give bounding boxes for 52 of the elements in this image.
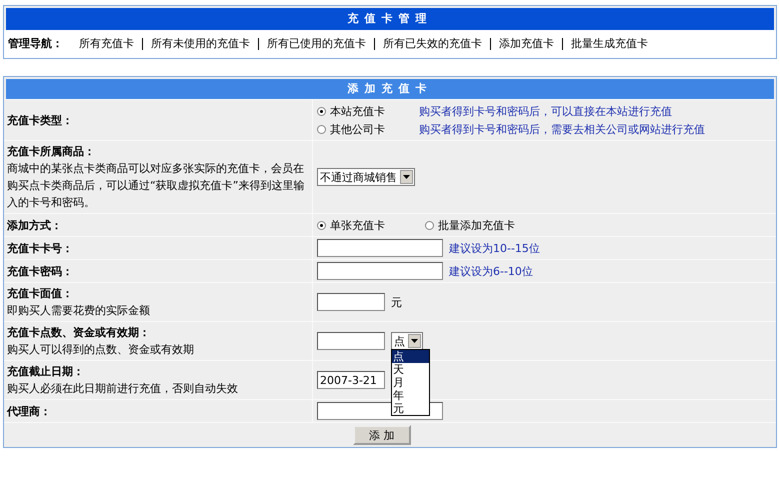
- nav-link[interactable]: 批量生成充值卡: [571, 36, 648, 51]
- field-description: 商城中的某张点卡类商品可以对应多张实际的充值卡，会员在购买点卡类商品后，可以通过“获取虚拟充值卡”来得到这里输入的卡号和密码。: [7, 161, 306, 211]
- unit-label: 元: [391, 294, 402, 310]
- dropdown-option[interactable]: 点: [392, 350, 429, 363]
- radio-label: 单张充值卡: [330, 218, 385, 232]
- field-label: 充值卡面值：: [7, 286, 74, 302]
- nav-link[interactable]: 所有未使用的充值卡: [151, 36, 250, 51]
- dropdown-option[interactable]: 天: [392, 363, 429, 376]
- field-label: 充值卡类型：: [7, 112, 74, 128]
- field-label: 充值卡密码：: [7, 264, 74, 280]
- hint-text: 建议设为6--10位: [449, 264, 533, 278]
- dropdown[interactable]: 点: [391, 332, 423, 350]
- text-field[interactable]: [317, 262, 443, 280]
- field-label: 代理商：: [7, 404, 52, 420]
- nav-link[interactable]: 所有已使用的充值卡: [267, 36, 366, 51]
- field-label: 充值卡所属商品：: [7, 144, 96, 160]
- text-field[interactable]: [317, 293, 385, 311]
- nav-label: 管理导航：: [8, 36, 63, 51]
- field-label: 充值卡点数、资金或有效期：: [7, 325, 151, 341]
- dropdown-option[interactable]: 元: [392, 402, 429, 415]
- radio-icon[interactable]: [317, 220, 326, 230]
- dropdown-arrow-icon: [403, 175, 410, 179]
- text-field[interactable]: [317, 332, 385, 350]
- radio-option[interactable]: 其他公司卡: [317, 122, 413, 136]
- dropdown-arrow-icon: [411, 339, 418, 343]
- text-field[interactable]: [317, 239, 443, 257]
- field-label: 充值截止日期：: [7, 364, 85, 380]
- dropdown[interactable]: 不通过商城销售: [317, 168, 415, 186]
- field-label: 添加方式：: [7, 218, 63, 234]
- nav-link[interactable]: 所有已失效的充值卡: [383, 36, 482, 51]
- nav-link[interactable]: 添加充值卡: [499, 36, 554, 51]
- field-label: 充值卡卡号：: [7, 240, 74, 256]
- option-description: 购买者得到卡号和密码后，需要去相关公司或网站进行充值: [419, 122, 705, 136]
- radio-option[interactable]: 单张充值卡: [317, 218, 385, 232]
- radio-label: 其他公司卡: [330, 122, 385, 136]
- radio-label: 本站充值卡: [330, 104, 385, 118]
- add-button[interactable]: 添 加: [353, 425, 410, 445]
- panel-title: 充值卡管理: [6, 8, 774, 30]
- nav-link[interactable]: 所有充值卡: [79, 36, 134, 51]
- field-description: 即购买人需要花费的实际金额: [7, 303, 151, 319]
- radio-icon[interactable]: [317, 124, 326, 134]
- field-description: 购买人可以得到的点数、资金或有效期: [7, 342, 195, 358]
- field-description: 购买人必须在此日期前进行充值，否则自动失效: [7, 381, 239, 397]
- option-description: 购买者得到卡号和密码后，可以直接在本站进行充值: [419, 104, 672, 118]
- radio-icon[interactable]: [425, 220, 434, 230]
- dropdown-option[interactable]: 年: [392, 389, 429, 402]
- text-field[interactable]: 2007-3-21: [317, 371, 385, 389]
- radio-option[interactable]: 本站充值卡: [317, 104, 413, 118]
- radio-icon[interactable]: [317, 106, 326, 116]
- form-title: 添加充值卡: [6, 79, 774, 99]
- dropdown-option[interactable]: 月: [392, 376, 429, 389]
- hint-text: 建议设为10--15位: [449, 240, 540, 256]
